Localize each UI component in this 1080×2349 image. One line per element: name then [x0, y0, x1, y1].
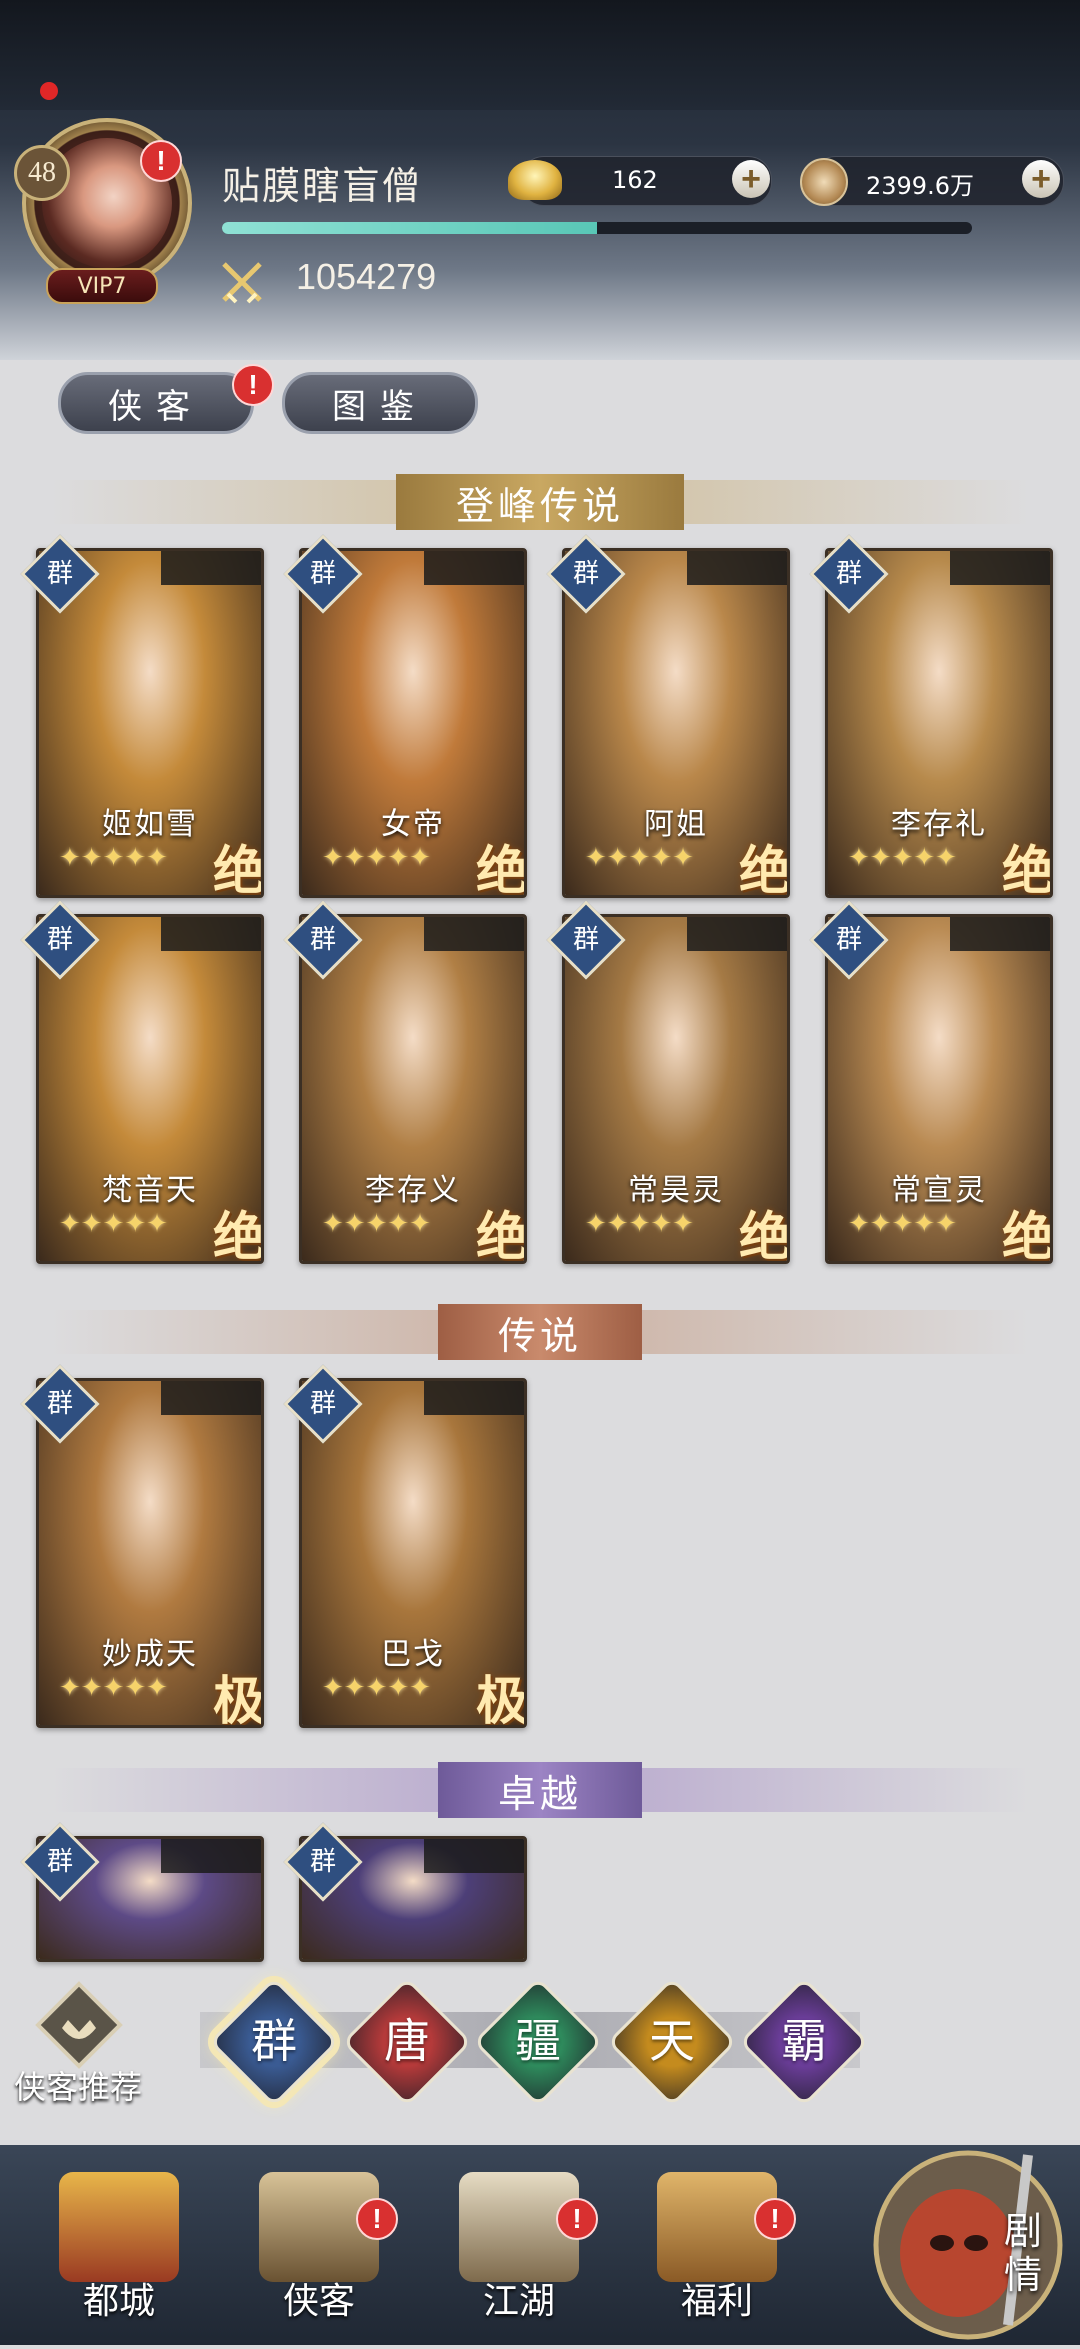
player-name: 贴膜瞎盲僧 — [222, 166, 423, 208]
grade-badge: 绝 — [1001, 844, 1053, 898]
faction-badge-label: 群 — [46, 1847, 73, 1876]
nav-label: 福利 — [680, 2281, 753, 2321]
grade-badge: 绝 — [1001, 1210, 1053, 1264]
avatar-alert-icon: ! — [140, 140, 182, 182]
grade-badge: 极 — [475, 1674, 527, 1728]
card-corner — [424, 551, 524, 585]
grade-badge: 极 — [212, 1674, 264, 1728]
nav-icon — [59, 2172, 179, 2282]
faction-filter-5[interactable]: 霸 — [738, 1976, 870, 2108]
tab-heroes[interactable]: 侠客 — [58, 372, 254, 434]
faction-badge-label: 群 — [309, 559, 336, 588]
card-corner — [161, 551, 261, 585]
star-rating: ✦✦✦✦✦ — [322, 843, 431, 873]
nav-alert-icon: ! — [556, 2198, 598, 2240]
star-rating: ✦✦✦✦✦ — [59, 843, 168, 873]
star-rating: ✦✦✦✦✦ — [585, 843, 694, 873]
faction-filter-label: 唐 — [384, 2016, 430, 2067]
section-title: 传说 — [437, 1304, 643, 1360]
vip-badge[interactable]: VIP7 — [46, 268, 158, 304]
card-corner — [161, 917, 261, 951]
star-rating: ✦✦✦✦✦ — [322, 1209, 431, 1239]
card-corner — [687, 551, 787, 585]
faction-filter-label: 天 — [649, 2016, 695, 2067]
star-rating: ✦✦✦✦✦ — [59, 1673, 168, 1703]
grade-badge: 绝 — [738, 1210, 790, 1264]
nav-alert-icon: ! — [356, 2198, 398, 2240]
grade-badge: 绝 — [212, 844, 264, 898]
recommend-label[interactable]: 侠客推荐 — [14, 2062, 142, 2108]
faction-badge-label: 群 — [309, 925, 336, 954]
faction-badge-label: 群 — [309, 1847, 336, 1876]
faction-filter-1[interactable]: 群 — [208, 1976, 340, 2108]
recommend-icon[interactable] — [34, 1980, 124, 2070]
card-corner — [424, 1839, 524, 1873]
faction-filter-label: 疆 — [515, 2016, 561, 2067]
grade-badge: 绝 — [475, 844, 527, 898]
experience-fill — [222, 222, 597, 234]
tab-collection[interactable]: 图鉴 — [282, 372, 478, 434]
faction-badge-label: 群 — [835, 925, 862, 954]
add-gold-button[interactable]: + — [732, 160, 770, 198]
faction-badge-label: 群 — [46, 559, 73, 588]
grade-badge: 绝 — [738, 844, 790, 898]
star-rating: ✦✦✦✦✦ — [322, 1673, 431, 1703]
faction-badge-label: 群 — [309, 1389, 336, 1418]
status-strip — [0, 0, 1080, 110]
coin-value: 2399.6万 — [866, 172, 974, 200]
section-title: 卓越 — [437, 1762, 643, 1818]
faction-badge-label: 群 — [46, 1389, 73, 1418]
star-rating: ✦✦✦✦✦ — [848, 843, 957, 873]
star-rating: ✦✦✦✦✦ — [59, 1209, 168, 1239]
nav-item-1[interactable]: 都城 — [44, 2172, 194, 2324]
faction-badge-label: 群 — [835, 559, 862, 588]
nav-label: 江湖 — [482, 2281, 555, 2321]
star-rating: ✦✦✦✦✦ — [585, 1209, 694, 1239]
star-rating: ✦✦✦✦✦ — [848, 1209, 957, 1239]
notification-dot — [40, 82, 58, 100]
section-header-peak-legend: 登峰传说 — [50, 474, 1030, 530]
section-header-legend: 传说 — [50, 1304, 1030, 1360]
faction-filter-3[interactable]: 疆 — [472, 1976, 604, 2108]
card-corner — [950, 551, 1050, 585]
add-coins-button[interactable]: + — [1022, 160, 1060, 198]
grade-badge: 绝 — [212, 1210, 264, 1264]
crossed-swords-icon — [222, 262, 262, 304]
card-corner — [161, 1381, 261, 1415]
story-button[interactable] — [858, 2135, 1078, 2345]
faction-badge-label: 群 — [572, 925, 599, 954]
card-corner — [424, 1381, 524, 1415]
player-level: 48 — [14, 145, 70, 201]
gold-ingot-icon — [508, 160, 562, 200]
faction-filter-2[interactable]: 唐 — [341, 1976, 473, 2108]
nav-item-2[interactable]: 侠客 — [244, 2172, 394, 2324]
faction-filter-label: 群 — [251, 2016, 297, 2067]
faction-filter-4[interactable]: 天 — [606, 1976, 738, 2108]
faction-filter-label: 霸 — [781, 2016, 827, 2067]
heroes-tab-alert-icon: ! — [232, 364, 274, 406]
nav-label: 都城 — [82, 2281, 155, 2321]
card-corner — [161, 1839, 261, 1873]
coin-icon — [800, 158, 848, 206]
story-label[interactable]: 剧情 — [1004, 2210, 1044, 2298]
grade-badge: 绝 — [475, 1210, 527, 1264]
nav-item-3[interactable]: 江湖 — [444, 2172, 594, 2324]
gold-value: 162 — [612, 166, 658, 194]
card-corner — [424, 917, 524, 951]
faction-badge-label: 群 — [572, 559, 599, 588]
nav-alert-icon: ! — [754, 2198, 796, 2240]
section-header-excellent: 卓越 — [50, 1762, 1030, 1818]
experience-bar — [222, 222, 972, 234]
card-corner — [950, 917, 1050, 951]
nav-item-4[interactable]: 福利 — [642, 2172, 792, 2324]
faction-badge-label: 群 — [46, 925, 73, 954]
combat-power: 1054279 — [296, 256, 437, 297]
card-corner — [687, 917, 787, 951]
section-title: 登峰传说 — [395, 474, 685, 530]
nav-label: 侠客 — [282, 2281, 355, 2321]
